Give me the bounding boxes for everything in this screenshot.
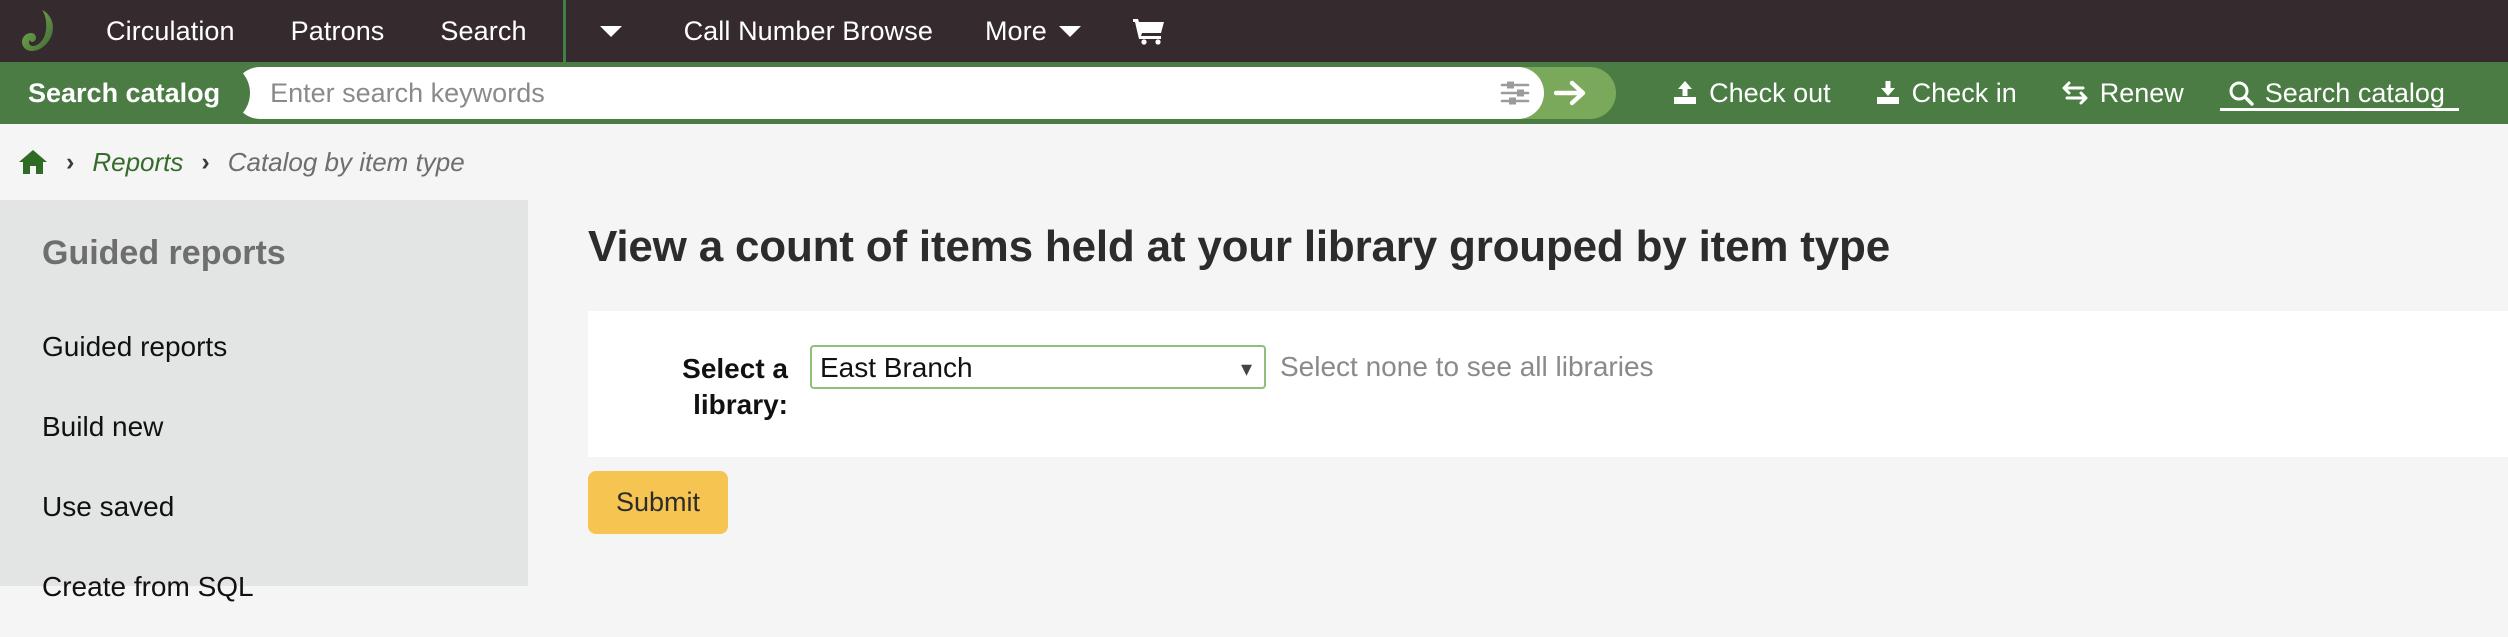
search-catalog-tab[interactable]: Search catalog	[0, 62, 251, 124]
sidebar-item-create-from-sql[interactable]: Create from SQL	[42, 557, 528, 637]
breadcrumb: › Reports › Catalog by item type	[0, 124, 2508, 200]
breadcrumb-item-reports[interactable]: Reports	[92, 147, 183, 178]
library-form-row: Select a library: East Branch ▾ Select n…	[588, 345, 1654, 423]
home-icon[interactable]	[18, 148, 48, 176]
library-label: Select a library:	[682, 353, 788, 420]
shopping-cart-icon	[1132, 19, 1164, 45]
breadcrumb-current: Catalog by item type	[227, 146, 465, 177]
koha-leaf-logo	[22, 10, 53, 51]
top-navigation-bar: Circulation Patrons Search Call Number B…	[0, 0, 2508, 62]
sidebar-item-guided-reports[interactable]: Guided reports	[42, 317, 528, 397]
sidebar-item-build-new[interactable]: Build new	[42, 397, 528, 477]
nav-item-call-number-browse[interactable]: Call Number Browse	[656, 0, 961, 62]
search-catalog-link[interactable]: Search catalog	[2206, 62, 2467, 124]
checkin-link[interactable]: Check in	[1853, 62, 2039, 124]
magnifier-icon	[2229, 81, 2254, 106]
library-hint: Select none to see all libraries	[1280, 351, 1654, 383]
search-input[interactable]	[234, 76, 1487, 110]
renew-link[interactable]: Renew	[2039, 62, 2206, 124]
cart-button[interactable]	[1105, 0, 1193, 62]
page-content: Guided reports Guided reports Build new …	[0, 200, 2508, 602]
breadcrumb-separator: ›	[201, 147, 210, 176]
renew-label: Renew	[2099, 77, 2184, 108]
renew-exchange-icon	[2062, 81, 2088, 105]
search-catalog-label: Search catalog	[2264, 77, 2445, 108]
nav-dropdown-toggle[interactable]	[566, 0, 656, 62]
arrow-right-icon	[1554, 80, 1586, 106]
sidebar: Guided reports Guided reports Build new …	[0, 200, 528, 602]
checkout-label: Check out	[1709, 77, 1831, 108]
page-title: View a count of items held at your libra…	[588, 222, 1890, 271]
sidebar-heading: Guided reports	[42, 234, 286, 272]
nav-item-circulation[interactable]: Circulation	[78, 0, 263, 62]
search-toolbar: Search catalog Enter search keywords Che…	[0, 62, 2508, 124]
breadcrumb-separator: ›	[66, 147, 75, 176]
main-content: View a count of items held at your libra…	[528, 200, 2508, 586]
primary-nav-links: Circulation Patrons Search	[78, 0, 555, 62]
quick-actions-toolbar: Check out Check in Renew Search catalog	[1650, 62, 2467, 124]
nav-more-label: More	[984, 16, 1047, 46]
report-form-panel: Select a library: East Branch ▾ Select n…	[588, 311, 2508, 457]
chevron-down-icon	[599, 25, 622, 37]
sidebar-item-use-saved[interactable]: Use saved	[42, 477, 528, 557]
chevron-down-icon	[1058, 25, 1081, 37]
sliders-icon[interactable]	[1486, 80, 1544, 106]
search-field-container	[234, 67, 1545, 119]
upload-arrow-icon	[1674, 81, 1697, 104]
library-select[interactable]: East Branch	[810, 345, 1266, 390]
download-arrow-icon	[1876, 81, 1899, 104]
nav-item-more[interactable]: More	[961, 0, 1105, 62]
library-select-wrapper: East Branch ▾	[810, 345, 1266, 390]
checkin-label: Check in	[1911, 77, 2017, 108]
koha-logo[interactable]	[0, 9, 78, 53]
checkout-link[interactable]: Check out	[1650, 62, 1853, 124]
submit-row: Submit	[588, 457, 2508, 534]
submit-button[interactable]: Submit	[588, 471, 729, 534]
nav-item-patrons[interactable]: Patrons	[263, 0, 413, 62]
nav-item-search[interactable]: Search	[412, 0, 554, 62]
